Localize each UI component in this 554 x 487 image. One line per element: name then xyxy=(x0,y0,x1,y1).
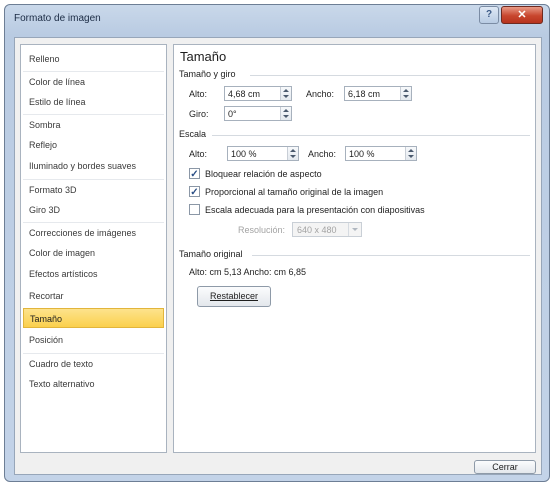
sidebar-item-reflejo[interactable]: Reflejo xyxy=(23,135,164,155)
resolution-label: Resolución: xyxy=(238,225,286,235)
scale-group-label: Escala xyxy=(179,129,207,139)
spin-arrows-icon[interactable] xyxy=(400,87,411,100)
divider xyxy=(250,75,530,76)
relative-original-checkbox[interactable]: ✓ xyxy=(189,186,200,198)
panel-title: Tamaño xyxy=(180,49,227,64)
rotation-spinner[interactable]: 0° xyxy=(224,106,292,121)
lock-aspect-checkbox[interactable]: ✓ xyxy=(189,168,200,180)
sidebar-item-posicion[interactable]: Posición xyxy=(23,330,164,350)
sidebar-item-estilo-de-linea[interactable]: Estilo de línea xyxy=(23,92,164,112)
close-button[interactable]: Cerrar xyxy=(474,460,536,474)
sidebar-item-color-de-imagen[interactable]: Color de imagen xyxy=(23,243,164,263)
title-bar: Formato de imagen ? ✕ xyxy=(5,5,549,33)
category-sidebar: Relleno Color de línea Estilo de línea S… xyxy=(20,44,167,453)
divider xyxy=(212,135,530,136)
scale-width-label: Ancho: xyxy=(308,149,337,159)
sidebar-item-color-de-linea[interactable]: Color de línea xyxy=(23,71,164,91)
resolution-value: 640 x 480 xyxy=(297,225,337,235)
help-button[interactable]: ? xyxy=(479,6,499,24)
spin-arrows-icon[interactable] xyxy=(280,107,291,120)
scale-height-label: Alto: xyxy=(189,149,208,159)
checkmark-icon: ✓ xyxy=(190,187,199,198)
reset-button[interactable]: Restablecer xyxy=(197,286,271,307)
width-value: 6,18 cm xyxy=(348,89,381,99)
sidebar-item-formato-3d[interactable]: Formato 3D xyxy=(23,179,164,199)
scale-width-spinner[interactable]: 100 % xyxy=(345,146,417,161)
width-spinner[interactable]: 6,18 cm xyxy=(344,86,412,101)
sidebar-item-giro-3d[interactable]: Giro 3D xyxy=(23,200,164,220)
close-window-button[interactable]: ✕ xyxy=(501,6,543,24)
best-scale-label[interactable]: Escala adecuada para la presentación con… xyxy=(205,205,425,215)
lock-aspect-label[interactable]: Bloquear relación de aspecto xyxy=(205,169,322,179)
dialog-client-area: Relleno Color de línea Estilo de línea S… xyxy=(14,37,542,475)
spin-arrows-icon[interactable] xyxy=(280,87,291,100)
spin-arrows-icon[interactable] xyxy=(405,147,416,160)
scale-height-value: 100 % xyxy=(231,149,257,159)
resolution-dropdown[interactable]: 640 x 480 xyxy=(292,222,362,237)
spin-arrows-icon[interactable] xyxy=(287,147,298,160)
divider xyxy=(252,255,530,256)
chevron-down-icon xyxy=(348,223,361,236)
size-panel: Tamaño Tamaño y giro Alto: 4,68 cm Ancho… xyxy=(173,44,536,453)
sidebar-item-efectos-artisticos[interactable]: Efectos artísticos xyxy=(23,264,164,284)
best-scale-checkbox[interactable] xyxy=(189,204,200,215)
rotation-label: Giro: xyxy=(189,109,209,119)
reset-button-label: Restablecer xyxy=(209,291,259,301)
height-spinner[interactable]: 4,68 cm xyxy=(224,86,292,101)
sidebar-item-recortar[interactable]: Recortar xyxy=(23,286,164,306)
height-value: 4,68 cm xyxy=(228,89,261,99)
original-size-values: Alto: cm 5,13 Ancho: cm 6,85 xyxy=(189,267,307,277)
sidebar-item-sombra[interactable]: Sombra xyxy=(23,114,164,134)
height-label: Alto: xyxy=(189,89,208,99)
sidebar-item-iluminado[interactable]: Iluminado y bordes suaves xyxy=(23,156,164,176)
scale-width-value: 100 % xyxy=(349,149,375,159)
relative-original-label[interactable]: Proporcional al tamaño original de la im… xyxy=(205,187,383,197)
sidebar-item-cuadro-de-texto[interactable]: Cuadro de texto xyxy=(23,353,164,373)
sidebar-item-relleno[interactable]: Relleno xyxy=(23,49,164,69)
sidebar-item-tamano[interactable]: Tamaño xyxy=(23,308,164,328)
sidebar-item-texto-alternativo[interactable]: Texto alternativo xyxy=(23,374,164,394)
size-rotation-group-label: Tamaño y giro xyxy=(179,69,236,79)
sidebar-item-correcciones[interactable]: Correcciones de imágenes xyxy=(23,222,164,242)
width-label: Ancho: xyxy=(306,89,335,99)
rotation-value: 0° xyxy=(228,109,237,119)
dialog-title: Formato de imagen xyxy=(14,13,101,24)
original-size-group-label: Tamaño original xyxy=(179,249,243,259)
scale-height-spinner[interactable]: 100 % xyxy=(227,146,299,161)
checkmark-icon: ✓ xyxy=(190,169,199,180)
format-picture-dialog: Formato de imagen ? ✕ Relleno Color de l… xyxy=(4,4,550,482)
